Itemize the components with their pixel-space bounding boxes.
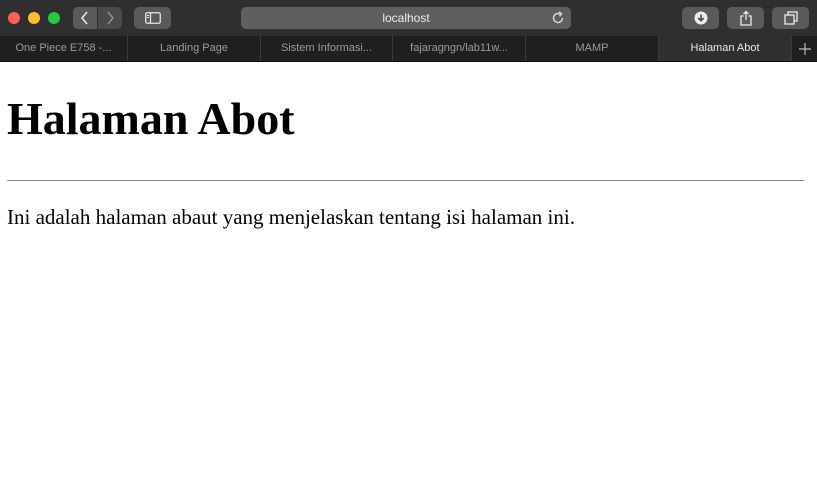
browser-title-bar: localhost <box>0 0 817 36</box>
forward-button[interactable] <box>98 7 122 29</box>
fullscreen-window-button[interactable] <box>48 12 60 24</box>
page-heading: Halaman Abot <box>7 93 295 144</box>
tab-halaman-abot[interactable]: Halaman Abot <box>659 36 792 61</box>
address-text: localhost <box>382 11 430 25</box>
minimize-window-button[interactable] <box>28 12 40 24</box>
share-button[interactable] <box>727 7 764 29</box>
back-icon <box>80 11 88 25</box>
sidebar-icon <box>144 12 161 24</box>
download-icon <box>694 11 707 25</box>
close-window-button[interactable] <box>8 12 20 24</box>
sidebar-button[interactable] <box>134 7 171 29</box>
share-icon <box>739 10 752 26</box>
back-button[interactable] <box>73 7 97 29</box>
reload-icon[interactable] <box>550 10 566 26</box>
new-tab-icon <box>798 42 811 55</box>
tab-fajaragngn-lab11[interactable]: fajaragngn/lab11w... <box>393 36 526 61</box>
tab-one-piece[interactable]: One Piece E758 -... <box>0 36 128 61</box>
tab-bar: One Piece E758 -... Landing Page Sistem … <box>0 36 817 62</box>
horizontal-rule <box>7 180 804 181</box>
tab-overview-button[interactable] <box>772 7 809 29</box>
tab-overview-icon <box>783 11 798 25</box>
new-tab-button[interactable] <box>792 36 817 61</box>
address-bar[interactable]: localhost <box>241 7 571 29</box>
page-body-text: Ini adalah halaman abaut yang menjelaska… <box>7 205 575 229</box>
tab-mamp[interactable]: MAMP <box>526 36 659 61</box>
page-content: Halaman Abot Ini adalah halaman abaut ya… <box>0 62 817 486</box>
tab-sistem-informasi[interactable]: Sistem Informasi... <box>261 36 393 61</box>
downloads-button[interactable] <box>682 7 719 29</box>
tab-landing-page[interactable]: Landing Page <box>128 36 261 61</box>
forward-icon <box>107 11 115 25</box>
